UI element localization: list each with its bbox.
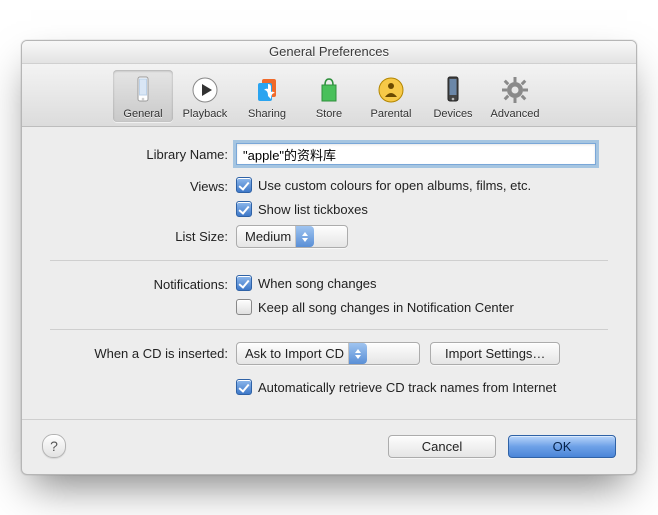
import-settings-button-label: Import Settings… bbox=[445, 346, 545, 361]
list-size-value: Medium bbox=[245, 229, 295, 244]
gear-icon bbox=[499, 74, 531, 106]
toolbar-tab-advanced[interactable]: Advanced bbox=[485, 70, 545, 122]
library-name-input[interactable] bbox=[236, 143, 596, 165]
notifications-label: Notifications: bbox=[50, 273, 236, 292]
toolbar-label: Parental bbox=[363, 108, 419, 120]
playback-icon bbox=[189, 74, 221, 106]
toolbar-label: Devices bbox=[425, 108, 481, 120]
toolbar-label: General bbox=[115, 108, 171, 120]
store-icon bbox=[313, 74, 345, 106]
toolbar-label: Advanced bbox=[487, 108, 543, 120]
toolbar-tab-devices[interactable]: Devices bbox=[423, 70, 483, 122]
toolbar: General Playback Sharing bbox=[22, 64, 636, 127]
toolbar-tab-parental[interactable]: Parental bbox=[361, 70, 421, 122]
toolbar-tab-store[interactable]: Store bbox=[299, 70, 359, 122]
list-size-select[interactable]: Medium bbox=[236, 225, 348, 248]
checkbox-song-changes[interactable] bbox=[236, 275, 252, 291]
cancel-button[interactable]: Cancel bbox=[388, 435, 496, 458]
sharing-icon bbox=[251, 74, 283, 106]
checkbox-keep-notification-center-label: Keep all song changes in Notification Ce… bbox=[258, 300, 514, 315]
import-settings-button[interactable]: Import Settings… bbox=[430, 342, 560, 365]
devices-icon bbox=[437, 74, 469, 106]
select-arrows-icon bbox=[295, 226, 314, 247]
checkbox-custom-colours-label: Use custom colours for open albums, film… bbox=[258, 178, 531, 193]
checkbox-keep-notification-center[interactable] bbox=[236, 299, 252, 315]
checkbox-show-tickboxes-label: Show list tickboxes bbox=[258, 202, 368, 217]
window-title: General Preferences bbox=[22, 41, 636, 64]
toolbar-label: Sharing bbox=[239, 108, 295, 120]
cancel-button-label: Cancel bbox=[422, 439, 462, 454]
cd-action-value: Ask to Import CD bbox=[245, 346, 348, 361]
toolbar-tab-general[interactable]: General bbox=[113, 70, 173, 122]
help-button[interactable]: ? bbox=[42, 434, 66, 458]
select-arrows-icon bbox=[348, 343, 367, 364]
preferences-body: Library Name: Views: Use custom colours … bbox=[22, 127, 636, 419]
toolbar-label: Playback bbox=[177, 108, 233, 120]
parental-icon bbox=[375, 74, 407, 106]
toolbar-label: Store bbox=[301, 108, 357, 120]
cd-inserted-label: When a CD is inserted: bbox=[50, 342, 236, 361]
toolbar-tab-playback[interactable]: Playback bbox=[175, 70, 235, 122]
checkbox-auto-retrieve-label: Automatically retrieve CD track names fr… bbox=[258, 380, 556, 395]
checkbox-song-changes-label: When song changes bbox=[258, 276, 377, 291]
library-name-label: Library Name: bbox=[50, 143, 236, 162]
cd-action-select[interactable]: Ask to Import CD bbox=[236, 342, 420, 365]
ok-button-label: OK bbox=[553, 439, 572, 454]
preferences-window: General Preferences General Playback bbox=[21, 40, 637, 475]
general-icon bbox=[127, 74, 159, 106]
divider bbox=[50, 260, 608, 261]
checkbox-custom-colours[interactable] bbox=[236, 177, 252, 193]
divider bbox=[50, 329, 608, 330]
ok-button[interactable]: OK bbox=[508, 435, 616, 458]
list-size-label: List Size: bbox=[50, 225, 236, 244]
checkbox-auto-retrieve[interactable] bbox=[236, 379, 252, 395]
checkbox-show-tickboxes[interactable] bbox=[236, 201, 252, 217]
toolbar-tab-sharing[interactable]: Sharing bbox=[237, 70, 297, 122]
footer: ? Cancel OK bbox=[22, 419, 636, 474]
views-label: Views: bbox=[50, 175, 236, 194]
help-icon: ? bbox=[50, 438, 58, 454]
